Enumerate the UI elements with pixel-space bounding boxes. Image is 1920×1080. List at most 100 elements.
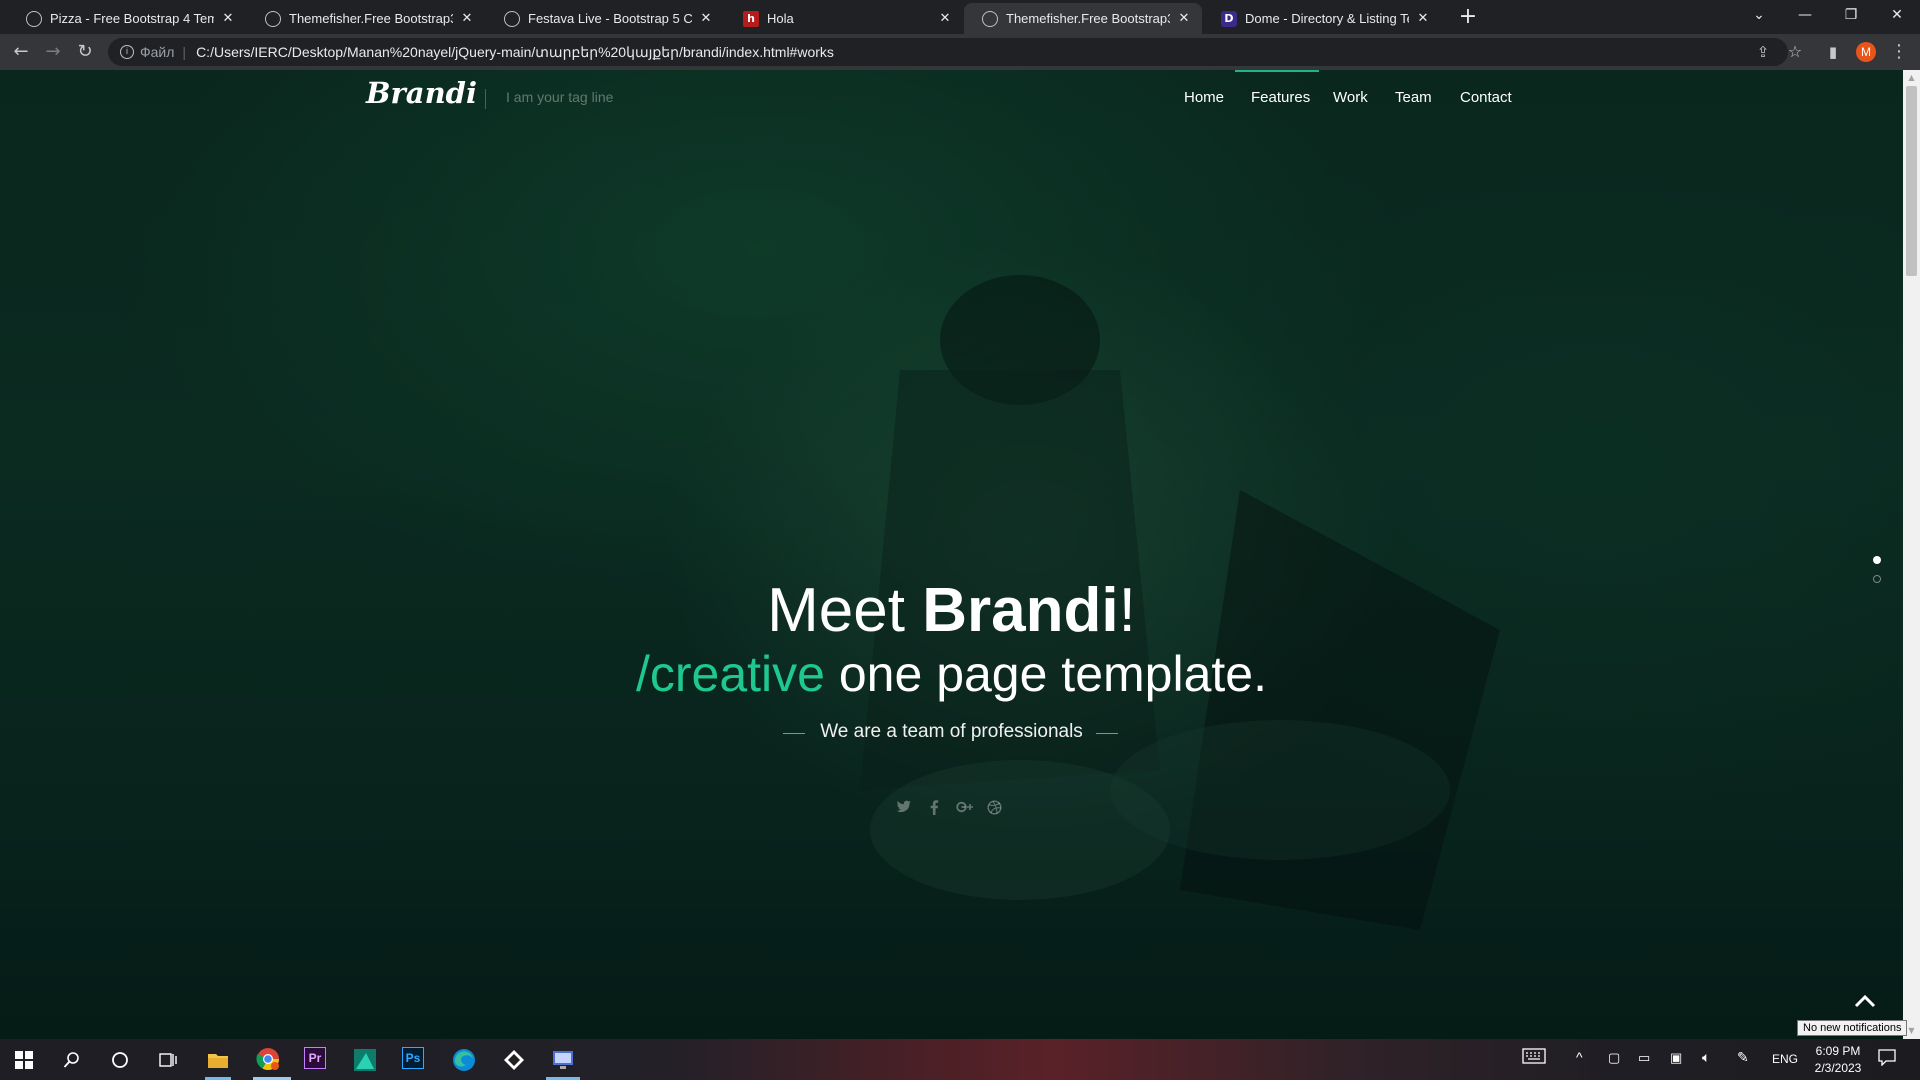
hero-subheading: /creative one page template. <box>0 645 1903 703</box>
hero-background-image <box>0 70 1903 1039</box>
section-dot[interactable] <box>1873 575 1881 583</box>
scroll-down-arrow-icon[interactable]: ▼ <box>1906 1025 1917 1037</box>
scroll-up-arrow-icon[interactable]: ▲ <box>1906 72 1917 84</box>
browser-tab[interactable]: Pizza - Free Bootstrap 4 Template ✕ <box>8 3 246 34</box>
hero-subheading-rest: one page template. <box>838 646 1267 702</box>
side-panel-icon[interactable]: ▮ <box>1820 39 1846 65</box>
hero-dash-right <box>1096 733 1118 734</box>
info-icon[interactable]: i <box>120 45 134 59</box>
nav-active-indicator <box>1235 70 1319 72</box>
meet-now-icon[interactable]: ▢ <box>1608 1050 1620 1066</box>
close-window-button[interactable]: ✕ <box>1874 0 1920 30</box>
close-tab-icon[interactable]: ✕ <box>1176 11 1192 26</box>
logo-divider <box>485 89 486 109</box>
tab-search-icon[interactable]: ⌄ <box>1736 0 1782 30</box>
edge-icon[interactable] <box>451 1047 477 1073</box>
pen-icon[interactable]: ✎ <box>1737 1049 1749 1066</box>
network-icon[interactable]: ▭ <box>1638 1050 1650 1066</box>
browser-tab[interactable]: Festava Live - Bootstrap 5 CSS Template … <box>486 3 724 34</box>
twitter-icon[interactable] <box>896 800 912 816</box>
app-icon[interactable] <box>352 1047 378 1073</box>
share-icon[interactable]: ⇪ <box>1750 39 1776 65</box>
back-icon[interactable]: ← <box>8 39 34 65</box>
language-indicator[interactable]: ENG <box>1772 1052 1798 1066</box>
tray-chevron-up-icon[interactable]: ^ <box>1576 1049 1583 1065</box>
start-icon[interactable] <box>11 1047 37 1073</box>
site-logo[interactable]: Brandi <box>366 76 477 110</box>
task-view-icon[interactable] <box>155 1047 181 1073</box>
chrome-icon[interactable] <box>255 1046 281 1072</box>
back-to-top-icon[interactable] <box>1852 988 1878 1014</box>
tab-title: Hola <box>767 11 794 26</box>
globe-icon <box>504 10 520 27</box>
hero-tagline: We are a team of professionals <box>820 721 1083 742</box>
premiere-icon[interactable]: Pr <box>304 1047 326 1069</box>
url-text[interactable]: C:/Users/IERC/Desktop/Manan%20nayel/jQue… <box>196 44 834 61</box>
app2-icon[interactable] <box>550 1047 576 1073</box>
nav-item-features[interactable]: Features <box>1251 89 1310 106</box>
menu-kebab-icon[interactable]: ⋮ <box>1886 39 1912 65</box>
hero-heading-suffix: ! <box>1118 576 1136 645</box>
nav-item-team[interactable]: Team <box>1395 89 1432 106</box>
minimize-button[interactable]: — <box>1782 0 1828 30</box>
clock-date: 2/3/2023 <box>1814 1061 1862 1075</box>
google-plus-icon[interactable] <box>956 800 973 816</box>
profile-avatar[interactable]: M <box>1856 42 1876 62</box>
reload-icon[interactable]: ↻ <box>72 39 98 65</box>
photoshop-icon[interactable]: Ps <box>402 1047 424 1069</box>
hero-heading-brand: Brandi <box>922 576 1119 645</box>
globe-icon <box>26 10 42 27</box>
browser-tab[interactable]: h Hola ✕ <box>725 3 963 34</box>
search-icon[interactable] <box>59 1047 85 1073</box>
h-icon: h <box>743 10 759 27</box>
new-tab-button[interactable]: + <box>1454 4 1482 32</box>
nav-item-contact[interactable]: Contact <box>1460 89 1512 106</box>
tab-title: Pizza - Free Bootstrap 4 Template <box>50 11 214 26</box>
close-tab-icon[interactable]: ✕ <box>937 11 953 26</box>
close-tab-icon[interactable]: ✕ <box>220 11 236 26</box>
bookmark-star-icon[interactable]: ☆ <box>1782 39 1808 65</box>
globe-icon <box>982 10 998 27</box>
section-dot-active[interactable] <box>1873 556 1881 564</box>
scrollbar-thumb[interactable] <box>1906 86 1917 276</box>
site-tagline: I am your tag line <box>506 89 614 105</box>
file-scheme-label: Файл <box>140 44 175 60</box>
facebook-icon[interactable] <box>926 800 942 816</box>
forward-icon[interactable]: → <box>40 39 66 65</box>
hero-heading-prefix: Meet <box>767 576 905 645</box>
security-icon[interactable]: ▣ <box>1670 1050 1682 1066</box>
browser-toolbar: ← → ↻ i Файл | C:/Users/IERC/Desktop/Man… <box>0 34 1920 70</box>
browser-tab[interactable]: D Dome - Directory & Listing Template ✕ <box>1203 3 1441 34</box>
globe-icon <box>265 10 281 27</box>
taskbar-clock[interactable]: 6:09 PM 2/3/2023 <box>1808 1043 1868 1077</box>
address-separator: | <box>182 44 187 60</box>
d-icon: D <box>1221 10 1237 27</box>
volume-icon[interactable]: 🔈︎ <box>1702 1049 1710 1066</box>
browser-tab[interactable]: Themefisher.Free Bootstrap3 based ✕ <box>247 3 485 34</box>
close-tab-icon[interactable]: ✕ <box>1415 11 1431 26</box>
windows-taskbar <box>0 1039 1920 1080</box>
browser-tab-strip: Pizza - Free Bootstrap 4 Template ✕ Them… <box>0 0 1920 34</box>
inkscape-icon[interactable] <box>501 1047 527 1073</box>
clock-time: 6:09 PM <box>1815 1044 1861 1058</box>
tab-title: Themefisher.Free Bootstrap3 based <box>289 11 453 26</box>
social-links <box>896 800 1002 816</box>
action-center-icon[interactable] <box>1878 1048 1896 1069</box>
tab-title: Themefisher.Free Bootstrap3 based <box>1006 11 1170 26</box>
hero-accent-word: /creative <box>636 646 825 702</box>
cortana-icon[interactable] <box>107 1047 133 1073</box>
close-tab-icon[interactable]: ✕ <box>459 11 475 26</box>
tab-title: Dome - Directory & Listing Template <box>1245 11 1409 26</box>
dribbble-icon[interactable] <box>986 800 1002 816</box>
nav-item-work[interactable]: Work <box>1333 89 1368 106</box>
keyboard-icon[interactable] <box>1522 1048 1546 1067</box>
browser-tab-active[interactable]: Themefisher.Free Bootstrap3 based ✕ <box>964 3 1202 34</box>
restore-button[interactable]: ❐ <box>1828 0 1874 30</box>
close-tab-icon[interactable]: ✕ <box>698 11 714 26</box>
address-bar[interactable]: i Файл | C:/Users/IERC/Desktop/Manan%20n… <box>108 38 1788 66</box>
notification-tooltip: No new notifications <box>1797 1020 1908 1036</box>
tab-title: Festava Live - Bootstrap 5 CSS Template <box>528 11 692 26</box>
hero-heading: Meet Brandi! <box>0 575 1903 646</box>
nav-item-home[interactable]: Home <box>1184 89 1224 106</box>
file-explorer-icon[interactable] <box>205 1047 231 1073</box>
